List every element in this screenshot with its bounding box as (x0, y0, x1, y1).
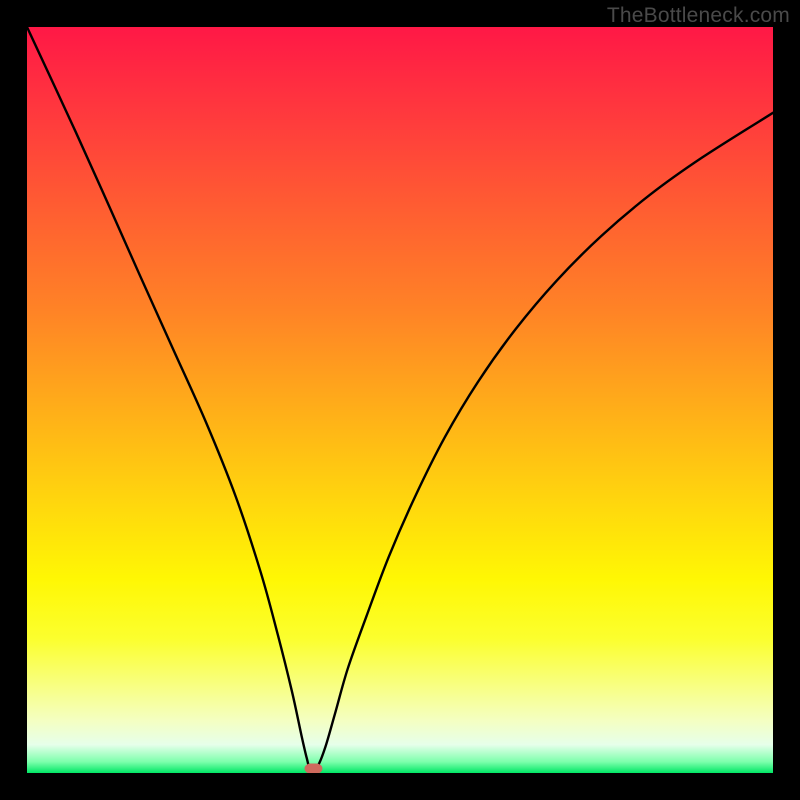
plot-area (27, 27, 773, 773)
watermark-text: TheBottleneck.com (607, 4, 790, 28)
chart-svg (27, 27, 773, 773)
chart-frame: TheBottleneck.com (0, 0, 800, 800)
gradient-background (27, 27, 773, 773)
minimum-marker (305, 763, 323, 773)
